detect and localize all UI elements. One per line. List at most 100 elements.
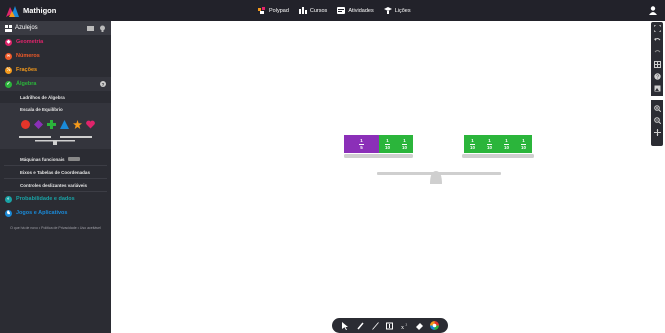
tile-sidebar: Azulejos ◆ Geometria ∞ Números ½ Frações… <box>0 21 111 333</box>
denominator: 10 <box>384 144 390 150</box>
green-cross-shape[interactable] <box>47 119 56 129</box>
activities-icon <box>337 7 346 14</box>
line-tool[interactable] <box>371 321 380 330</box>
cursor-icon <box>341 321 348 330</box>
nav-label: Cursos <box>309 7 328 14</box>
item-label: Máquinas funcionais <box>20 156 65 162</box>
fraction-tile-one-tenth[interactable]: 1 10 <box>379 135 396 153</box>
lessons-icon <box>383 7 392 14</box>
numerator: 1 <box>386 138 389 144</box>
algebra-tiles-item[interactable]: Ladrilhos de Álgebra <box>0 91 111 103</box>
fraction-tile-one-fifth[interactable]: 1 5 <box>344 135 379 153</box>
text-box-icon <box>386 322 394 329</box>
pan-button[interactable] <box>651 126 663 138</box>
sidebar-footer[interactable]: O que há de novo • Política de Privacida… <box>0 220 111 237</box>
nav-label: Polypad <box>269 7 289 14</box>
help-button[interactable]: ? <box>651 70 663 82</box>
lightbulb-icon[interactable] <box>99 25 106 32</box>
redo-button[interactable] <box>651 46 663 58</box>
category-games[interactable]: ♞ Jogos e Aplicativos <box>0 206 111 220</box>
bottom-toolbar: x2 <box>332 318 448 333</box>
balance-scale-item[interactable]: Escala de Equilíbrio <box>0 103 111 115</box>
app-name: Mathigon <box>23 6 57 15</box>
color-picker-tool[interactable] <box>429 321 439 330</box>
eraser-icon <box>416 322 424 330</box>
category-numbers[interactable]: ∞ Números <box>0 49 111 63</box>
zoom-out-button[interactable] <box>651 114 663 126</box>
mathigon-logo-icon <box>6 5 19 17</box>
fullscreen-button[interactable] <box>651 22 663 34</box>
brand[interactable]: Mathigon <box>6 3 56 18</box>
category-geometry[interactable]: ◆ Geometria <box>0 35 111 49</box>
main-nav: Polypad Cursos Atividades Lições <box>258 0 411 21</box>
help-icon[interactable]: ? <box>100 81 106 87</box>
pen-tool[interactable] <box>356 321 365 330</box>
nav-courses[interactable]: Cursos <box>298 7 328 14</box>
move-icon <box>653 128 661 136</box>
balance-shapes-palette <box>0 115 111 133</box>
undo-button[interactable] <box>651 34 663 46</box>
numerator: 1 <box>505 138 508 144</box>
polypad-canvas[interactable]: 1 5 1 10 1 10 1 10 1 10 1 10 1 10 <box>111 21 651 333</box>
courses-icon <box>298 7 307 14</box>
purple-diamond-shape[interactable] <box>34 119 43 129</box>
blue-triangle-shape[interactable] <box>60 119 69 129</box>
category-fractions[interactable]: ½ Frações <box>0 63 111 77</box>
nav-activities[interactable]: Atividades <box>337 7 374 14</box>
fractions-icon: ½ <box>5 66 12 74</box>
category-algebra[interactable]: ✓ Álgebra ? <box>0 77 111 91</box>
nav-polypad[interactable]: Polypad <box>258 7 289 14</box>
fraction-tile-one-tenth[interactable]: 1 10 <box>498 135 515 153</box>
algebra-icon: ✓ <box>5 80 12 88</box>
variable-sliders-item[interactable]: Controles deslizantes variáveis <box>0 179 111 191</box>
numerator: 1 <box>471 138 474 144</box>
new-badge <box>67 157 80 161</box>
top-bar: Mathigon Polypad Cursos Atividades Liçõe… <box>0 0 665 21</box>
right-toolbar: ? <box>651 22 663 146</box>
image-icon <box>654 85 660 91</box>
pink-heart-shape[interactable] <box>86 120 95 129</box>
function-machines-item[interactable]: Máquinas funcionais <box>0 153 111 165</box>
undo-icon <box>653 37 660 41</box>
help-circle-icon: ? <box>653 72 661 80</box>
svg-text:x: x <box>401 325 404 330</box>
left-pan <box>344 154 413 158</box>
category-label: Álgebra <box>16 81 37 87</box>
fraction-tile-one-tenth[interactable]: 1 10 <box>481 135 498 153</box>
fraction-tile-one-tenth[interactable]: 1 10 <box>396 135 413 153</box>
category-label: Jogos e Aplicativos <box>16 210 68 216</box>
nav-label: Lições <box>394 7 411 14</box>
balance-scale-thumbnail[interactable] <box>0 133 111 149</box>
zoom-in-icon <box>653 104 661 112</box>
grid-button[interactable] <box>651 58 663 70</box>
numerator: 1 <box>403 138 406 144</box>
export-button[interactable] <box>651 82 663 94</box>
eraser-tool[interactable] <box>415 321 424 330</box>
category-label: Números <box>16 53 40 59</box>
games-icon: ♞ <box>5 209 12 217</box>
category-probability[interactable]: ◐ Probabilidade e dados <box>0 192 111 206</box>
coordinate-axes-item[interactable]: Eixos e Tabelas de Coordenadas <box>0 166 111 178</box>
equation-tool[interactable]: x2 <box>400 321 409 330</box>
denominator: 10 <box>503 144 509 150</box>
user-account-icon[interactable] <box>649 6 657 15</box>
probability-icon: ◐ <box>5 195 12 203</box>
nav-lessons[interactable]: Lições <box>383 7 411 14</box>
orange-star-shape[interactable] <box>73 119 82 129</box>
denominator: 10 <box>401 144 407 150</box>
toolbar-gap <box>651 96 663 100</box>
tiles-icon <box>5 24 12 32</box>
nav-label: Atividades <box>348 7 374 14</box>
scale-thumbnail-icon <box>19 136 92 145</box>
svg-text:?: ? <box>656 74 659 80</box>
red-circle-shape[interactable] <box>21 119 30 129</box>
fraction-tile-one-tenth[interactable]: 1 10 <box>464 135 481 153</box>
select-tool[interactable] <box>341 321 350 330</box>
fraction-tile-one-tenth[interactable]: 1 10 <box>515 135 532 153</box>
svg-text:2: 2 <box>405 322 407 326</box>
denominator: 10 <box>469 144 475 150</box>
folder-icon[interactable] <box>87 25 94 32</box>
text-box-tool[interactable] <box>385 321 394 330</box>
balance-scale[interactable] <box>111 21 651 333</box>
zoom-in-button[interactable] <box>651 102 663 114</box>
